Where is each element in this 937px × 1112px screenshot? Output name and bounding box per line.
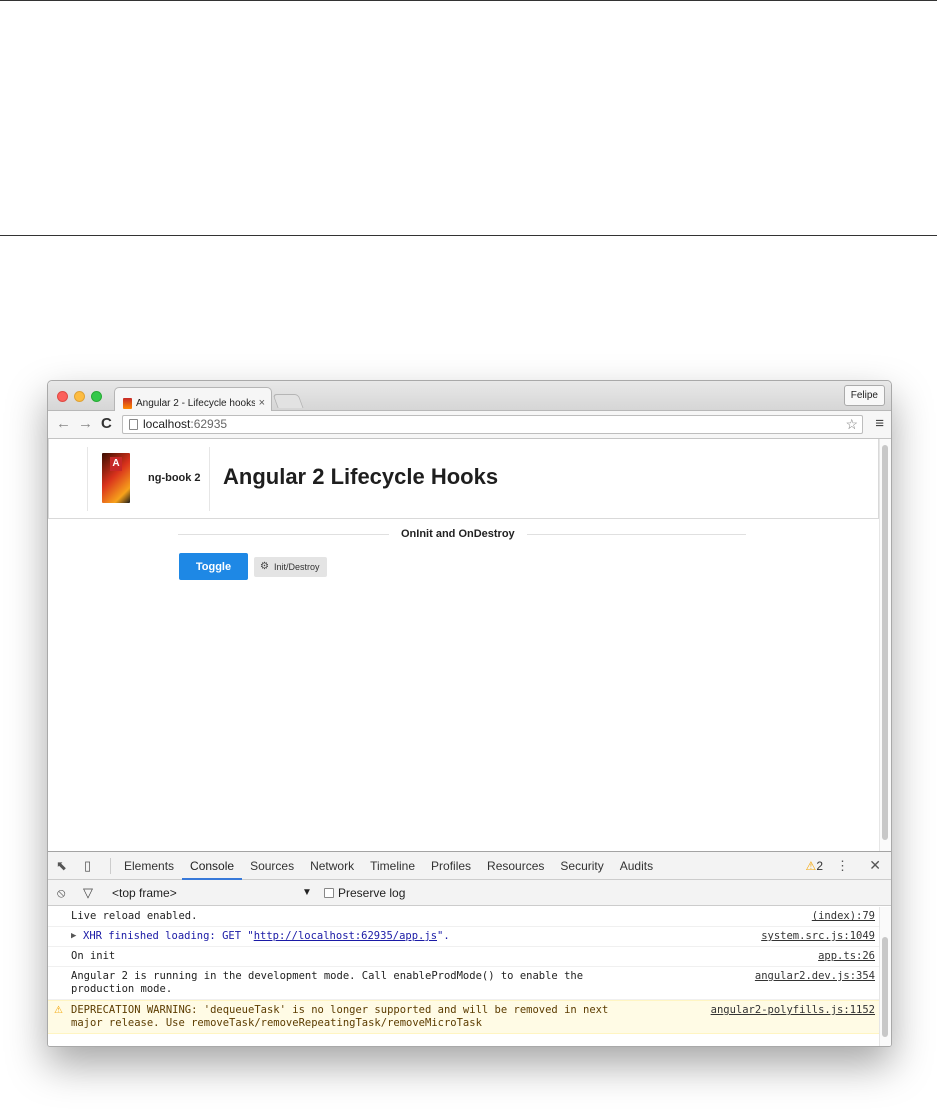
- context-selector[interactable]: <top frame>: [112, 886, 314, 900]
- page-scrollbar[interactable]: [879, 439, 891, 851]
- log-message: Live reload enabled.: [71, 910, 198, 922]
- section-heading: OnInit and OnDestroy: [389, 528, 527, 540]
- log-message: Angular 2 is running in the development …: [71, 970, 584, 995]
- preserve-log-checkbox[interactable]: [324, 888, 334, 898]
- warning-count: 2: [816, 859, 823, 873]
- xhr-message: XHR finished loading: GET "http://localh…: [71, 930, 450, 943]
- toggle-button[interactable]: Toggle: [179, 553, 248, 580]
- console-filter-bar: ⦸ ▽ <top frame> ▼ Preserve log: [48, 880, 891, 906]
- browser-tab[interactable]: Angular 2 - Lifecycle hooks ×: [114, 387, 272, 412]
- log-row: On init app.ts:26: [48, 947, 881, 967]
- preserve-log-option[interactable]: Preserve log: [324, 886, 405, 900]
- tab-security[interactable]: Security: [552, 852, 611, 880]
- warning-log-row: ⚠ DEPRECATION WARNING: 'dequeueTask' is …: [48, 1000, 881, 1034]
- log-row: Live reload enabled. (index):79: [48, 907, 881, 927]
- tab-timeline[interactable]: Timeline: [362, 852, 423, 880]
- log-row: Angular 2 is running in the development …: [48, 967, 881, 1000]
- back-arrow-icon[interactable]: ←: [56, 415, 71, 433]
- brand-name: ng-book 2: [148, 472, 201, 484]
- devtools-tabbar: ⬉ ▯ Elements Console Sources Network Tim…: [48, 852, 891, 880]
- log-source-link[interactable]: angular2.dev.js:354: [755, 970, 875, 983]
- top-rule: [0, 0, 937, 1]
- log-row: ▶ XHR finished loading: GET "http://loca…: [48, 927, 881, 947]
- toolbar-separator: [110, 858, 111, 874]
- warning-counter[interactable]: ⚠2: [806, 859, 823, 873]
- tab-network[interactable]: Network: [302, 852, 362, 880]
- inspect-element-icon[interactable]: ⬉: [56, 858, 67, 874]
- menu-icon[interactable]: ≡: [875, 415, 884, 432]
- expand-triangle-icon[interactable]: ▶: [71, 930, 76, 943]
- init-destroy-label: Init/Destroy: [273, 562, 320, 572]
- page-title: Angular 2 Lifecycle Hooks: [223, 464, 499, 489]
- logo[interactable]: A ng-book 2: [87, 447, 210, 511]
- cogs-icon: ⚙: [260, 561, 269, 572]
- log-source-link[interactable]: system.src.js:1049: [761, 930, 875, 943]
- xhr-url-link[interactable]: http://localhost:62935/app.js: [254, 930, 437, 942]
- clear-console-icon[interactable]: ⦸: [57, 885, 65, 901]
- log-source-link[interactable]: app.ts:26: [818, 950, 875, 963]
- warning-icon: ⚠: [54, 1005, 63, 1016]
- init-destroy-tag: ⚙ Init/Destroy: [254, 557, 328, 577]
- zoom-window-button[interactable]: [91, 391, 102, 402]
- app-header: A ng-book 2 Angular 2 Lifecycle Hooks: [48, 439, 879, 519]
- browser-window: Angular 2 - Lifecycle hooks × Felipe ← →…: [47, 380, 892, 1047]
- page-viewport: A ng-book 2 Angular 2 Lifecycle Hooks On…: [48, 439, 891, 851]
- url-host: localhost: [143, 417, 191, 431]
- title-bar: Angular 2 - Lifecycle hooks × Felipe: [48, 381, 891, 412]
- book-cover-icon: A: [102, 453, 130, 503]
- filter-icon[interactable]: ▽: [83, 885, 93, 901]
- log-message: DEPRECATION WARNING: 'dequeueTask' is no…: [71, 1004, 609, 1029]
- log-source-link[interactable]: angular2-polyfills.js:1152: [711, 1004, 875, 1017]
- warning-icon: ⚠: [805, 859, 817, 873]
- forward-arrow-icon[interactable]: →: [78, 415, 93, 433]
- close-window-button[interactable]: [57, 391, 68, 402]
- preserve-log-label: Preserve log: [338, 886, 406, 900]
- console-scroll-thumb[interactable]: [882, 937, 888, 1037]
- xhr-suffix: ".: [437, 930, 450, 942]
- context-dropdown-icon[interactable]: ▼: [302, 887, 312, 898]
- reload-icon[interactable]: C: [101, 415, 112, 433]
- tab-close-icon[interactable]: ×: [259, 397, 265, 409]
- new-tab-button[interactable]: [272, 394, 304, 408]
- log-source-link[interactable]: (index):79: [812, 910, 875, 923]
- favicon-icon: [123, 397, 132, 409]
- close-devtools-icon[interactable]: ✕: [869, 857, 881, 874]
- url-port: :62935: [190, 417, 228, 431]
- page-icon: [129, 419, 138, 430]
- page-scroll-thumb[interactable]: [882, 445, 888, 840]
- tab-sources[interactable]: Sources: [242, 852, 302, 880]
- tab-console[interactable]: Console: [182, 852, 243, 880]
- tab-title: Angular 2 - Lifecycle hooks: [136, 397, 255, 409]
- console-scrollbar[interactable]: [879, 907, 891, 1046]
- section-rule: [0, 235, 937, 236]
- address-bar[interactable]: localhost:62935 ☆: [122, 415, 863, 434]
- devtools-tab-list: Elements Console Sources Network Timelin…: [116, 852, 661, 880]
- book-letter: A: [110, 457, 122, 471]
- bookmark-star-icon[interactable]: ☆: [845, 416, 858, 433]
- profile-button[interactable]: Felipe: [843, 385, 885, 406]
- tab-profiles[interactable]: Profiles: [423, 852, 479, 880]
- tab-audits[interactable]: Audits: [612, 852, 661, 880]
- tab-elements[interactable]: Elements: [116, 852, 182, 880]
- devtools-panel: ⬉ ▯ Elements Console Sources Network Tim…: [48, 851, 891, 1046]
- device-mode-icon[interactable]: ▯: [84, 858, 91, 874]
- log-message: On init: [71, 950, 116, 962]
- xhr-prefix: XHR finished loading: GET ": [83, 930, 254, 942]
- address-toolbar: ← → C localhost:62935 ☆ ≡: [48, 411, 891, 439]
- tab-resources[interactable]: Resources: [479, 852, 552, 880]
- more-options-icon[interactable]: ⋮: [836, 858, 849, 874]
- minimize-window-button[interactable]: [74, 391, 85, 402]
- console-log: Live reload enabled. (index):79 ▶ XHR fi…: [48, 907, 881, 1046]
